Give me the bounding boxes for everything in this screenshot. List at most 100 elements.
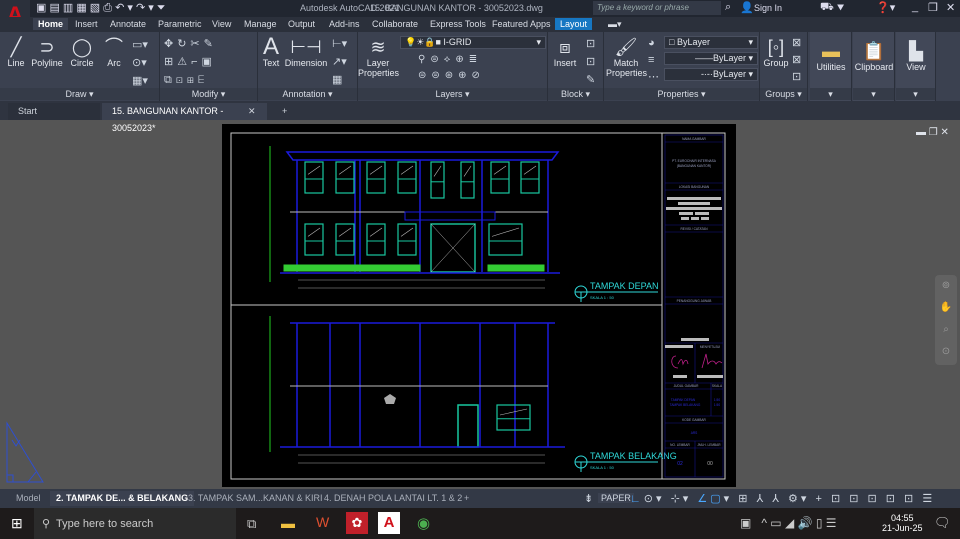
tab-output[interactable]: Output: [283, 18, 320, 30]
new-tab-button[interactable]: +: [272, 103, 297, 120]
help-search-input[interactable]: Type a keyword or phrase: [593, 1, 721, 15]
drawing-canvas[interactable]: TAMPAK DEPAN SKALA 1 : 50 TAMPAK BELAKAN…: [222, 124, 736, 487]
layer-dropdown[interactable]: 💡☀🔒■ I-GRID ▾: [400, 36, 546, 49]
group-tools[interactable]: ⊠ ⊠ ⊡: [792, 35, 801, 86]
tab-featured-apps[interactable]: Featured Apps: [487, 18, 556, 30]
tab-express-tools[interactable]: Express Tools: [425, 18, 491, 30]
tab-manage[interactable]: Manage: [239, 18, 282, 30]
draw-panel-label[interactable]: Draw ▾: [0, 88, 159, 100]
view-panel[interactable]: ▙ View ▾: [896, 32, 936, 101]
draw-small-tools[interactable]: ▭▾ ⊙▾ ▦▾: [132, 36, 148, 90]
modify-tools[interactable]: ✥↻✂✎ ⊞⚠⌐▣ ⧉⊡⊞⋿: [164, 35, 217, 89]
circle-tool[interactable]: ◯ Circle: [68, 36, 96, 68]
planter-left: [283, 264, 421, 272]
close-tab-icon[interactable]: ✕: [248, 103, 256, 120]
search-icon[interactable]: ⌕: [725, 1, 731, 14]
task-view-icon[interactable]: ⧉: [247, 516, 256, 532]
match-properties-button[interactable]: 🖌 Match Properties: [606, 36, 647, 78]
start-tab[interactable]: Start: [8, 103, 100, 120]
polyline-tool[interactable]: ⊃ Polyline: [30, 36, 64, 68]
tab-collaborate[interactable]: Collaborate: [367, 18, 423, 30]
modify-panel-label[interactable]: Modify ▾: [160, 88, 257, 100]
chrome-icon[interactable]: ◉: [417, 514, 430, 532]
layout-tab-3[interactable]: 3. TAMPAK SAM...KANAN & KIRI: [182, 491, 329, 506]
layer-properties-button[interactable]: ≋ Layer Properties: [358, 36, 399, 78]
circle-icon: ◯: [71, 37, 93, 57]
linetype-dropdown[interactable]: ——ByLayer ▾: [664, 52, 758, 65]
tab-addins[interactable]: Add-ins: [324, 18, 365, 30]
sign-in-button[interactable]: Sign In: [754, 3, 782, 13]
notifications-icon[interactable]: 🗨: [934, 515, 951, 531]
window: [366, 223, 386, 256]
clock[interactable]: 04:55 21-Jun-25: [882, 513, 923, 533]
help-icon[interactable]: ❓▾: [876, 1, 895, 14]
clipboard-expand[interactable]: ▾: [853, 88, 894, 100]
status-customize-icon[interactable]: ⇟: [584, 492, 593, 505]
groups-panel-label[interactable]: Groups ▾: [760, 88, 807, 100]
properties-panel: 🖌 Match Properties ◕ ≡ ⋯ □ ByLayer ▾ ——ByLay…: [604, 32, 760, 101]
add-layout-button[interactable]: +: [458, 491, 475, 506]
ribbon-toggle-icon[interactable]: ▬▾: [603, 18, 627, 31]
color-value: ByLayer: [676, 37, 710, 47]
model-tab[interactable]: Model: [10, 491, 47, 506]
navigation-bar[interactable]: ⊚ ✋ ⌕ ⊙: [935, 275, 957, 365]
window-glass-hatch: [338, 165, 352, 175]
planter-right: [487, 264, 545, 272]
paper-space-toggle[interactable]: PAPER: [598, 493, 634, 503]
minimize-button[interactable]: _: [912, 1, 918, 13]
group-button[interactable]: [◦] Group: [762, 36, 790, 68]
tb-jml-val: 00: [707, 461, 713, 467]
tab-insert[interactable]: Insert: [70, 18, 103, 30]
utilities-expand[interactable]: ▾: [810, 88, 851, 100]
document-tab-active[interactable]: 15. BANGUNAN KANTOR - 30052023*: [102, 103, 267, 133]
tab-annotate[interactable]: Annotate: [105, 18, 151, 30]
layers-panel-label[interactable]: Layers ▾: [358, 88, 547, 100]
insert-button[interactable]: ⧈ Insert: [550, 36, 580, 68]
text-tool[interactable]: A Text: [260, 35, 282, 69]
annotation-small-tools[interactable]: ⊢▾ ↗▾ ▦: [332, 35, 347, 89]
tab-parametric[interactable]: Parametric: [153, 18, 207, 30]
viewport-window-controls[interactable]: ▬ ❐ ✕: [916, 127, 949, 138]
block-panel-label[interactable]: Block ▾: [548, 88, 603, 100]
signature-2: [701, 353, 723, 369]
window-glass-hatch: [433, 165, 442, 177]
ucs-icon: [6, 421, 44, 483]
line-tool[interactable]: ╱ Line: [4, 36, 28, 68]
layer-tools[interactable]: ⚲⊜⟡⊕≣ ⊜⊜⊛⊕⊘: [418, 52, 485, 84]
cart-icon[interactable]: ⛟ ▾: [820, 1, 844, 15]
layout-tab-4[interactable]: 4. DENAH POLA LANTAI LT. 1 & 2: [318, 491, 468, 506]
arc-tool[interactable]: ⌒ Arc: [102, 36, 126, 68]
lineweight-dropdown[interactable]: -·-·ByLayer ▾: [664, 68, 758, 81]
draw-panel: ╱ Line ⊃ Polyline ◯ Circle ⌒ Arc ▭▾ ⊙▾ ▦▾ Draw…: [0, 32, 160, 101]
layout-paper[interactable]: TAMPAK DEPAN SKALA 1 : 50 TAMPAK BELAKAN…: [222, 124, 736, 487]
quick-access-toolbar[interactable]: ▣ ▤ ▥ ▦ ▧ ⎙ ↶ ▾ ↷ ▾ ⏷: [36, 1, 166, 15]
utilities-panel[interactable]: ▬ Utilities ▾: [810, 32, 852, 101]
tray-icons[interactable]: ▣ ^ ▭ ◢ 🔊 ▯ ☰: [740, 516, 837, 530]
layer-stack-icon: ≋: [370, 37, 386, 57]
windows-start-icon[interactable]: ⊞: [11, 515, 23, 532]
polyline-label: Polyline: [31, 58, 63, 68]
tab-layout[interactable]: Layout: [555, 18, 593, 30]
back-title: TAMPAK BELAKANG: [590, 451, 677, 461]
file-explorer-icon[interactable]: ▬: [281, 515, 295, 531]
clipboard-panel[interactable]: 📋 Clipboard ▾: [853, 32, 895, 101]
tb-nama-gambar: NAMA GAMBAR: [682, 137, 706, 141]
color-dropdown[interactable]: □ ByLayer ▾: [664, 36, 758, 49]
restore-button[interactable]: ❐: [928, 1, 938, 14]
app-icon-red[interactable]: ✿: [346, 512, 368, 534]
window: [490, 161, 510, 194]
view-expand[interactable]: ▾: [896, 88, 935, 100]
dimension-tool[interactable]: ⊢⊣ Dimension: [284, 36, 328, 68]
layout-tab-active[interactable]: 2. TAMPAK DE... & BELAKANG: [50, 491, 195, 506]
taskbar-search[interactable]: ⚲ Type here to search: [34, 508, 236, 539]
status-toolbar[interactable]: ∟⊙▾ ⊹▾ ∠▢▾ ⊞ ⅄ ⅄ ⚙▾ + ⊡ ⊡ ⊡ ⊡ ⊡ ☰: [630, 492, 935, 505]
close-button[interactable]: ✕: [946, 1, 955, 14]
window: [460, 161, 475, 199]
block-tools[interactable]: ⊡ ⊡ ✎: [586, 35, 595, 89]
properties-panel-label[interactable]: Properties ▾: [604, 88, 759, 100]
winrar-icon[interactable]: W: [316, 514, 329, 530]
annotation-panel-label[interactable]: Annotation ▾: [258, 88, 357, 100]
autocad-taskbar-icon[interactable]: A: [378, 512, 400, 534]
tab-view[interactable]: View: [207, 18, 236, 30]
tab-home[interactable]: Home: [33, 18, 69, 30]
